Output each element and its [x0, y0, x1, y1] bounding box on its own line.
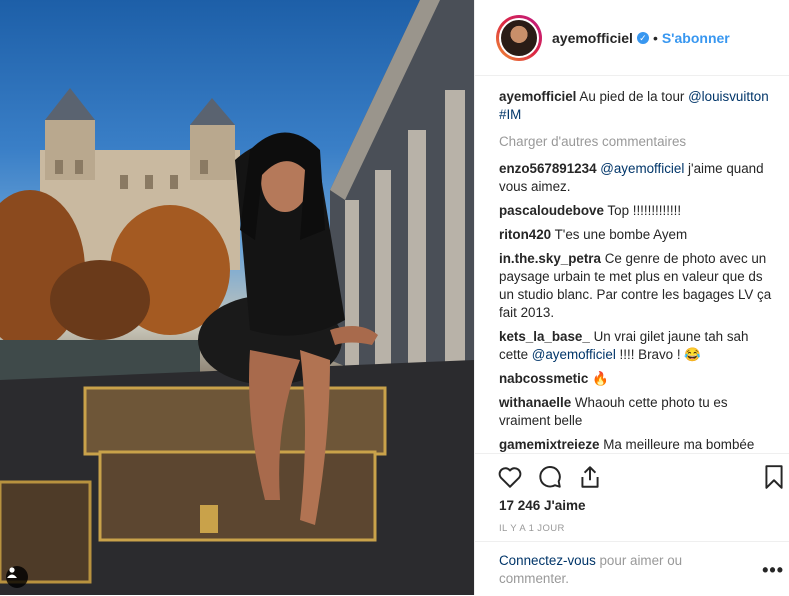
comment-username[interactable]: in.the.sky_petra [499, 251, 601, 266]
comment-username[interactable]: gamemixtreieze [499, 437, 599, 452]
comment-username[interactable]: withanaelle [499, 395, 571, 410]
caption-mention[interactable]: @louisvuitton [688, 89, 769, 104]
bookmark-icon[interactable] [763, 464, 789, 490]
comment-username[interactable]: riton420 [499, 227, 551, 242]
story-ring[interactable] [496, 14, 542, 61]
avatar[interactable] [499, 17, 539, 58]
caption-username[interactable]: ayemofficiel [499, 89, 576, 104]
comment-item: enzo567891234 @ayemofficiel j'aime quand… [499, 160, 774, 196]
action-bar [475, 453, 789, 504]
comment-username[interactable]: pascaloudebove [499, 203, 604, 218]
comment-text: Ma meilleure ma bombée [603, 437, 755, 452]
comment-text: 🔥 [592, 371, 609, 386]
more-options-icon[interactable]: ••• [762, 560, 784, 581]
likes-count[interactable]: 17 246 J'aime [499, 498, 586, 513]
login-link[interactable]: Connectez-vous [499, 553, 596, 568]
login-bar: Connectez-vous pour aimer ou commenter. … [475, 541, 789, 596]
comment-text: T'es une bombe Ayem [554, 227, 688, 242]
post-photo[interactable] [0, 0, 474, 595]
post-sidebar: ayemofficiel ✓ • S'abonner ayemofficiel … [474, 0, 789, 595]
share-icon[interactable] [577, 464, 603, 490]
comment-username[interactable]: nabcossmetic [499, 371, 588, 386]
verified-badge-icon: ✓ [636, 31, 649, 44]
comment-item: pascaloudebove Top !!!!!!!!!!!!! [499, 202, 774, 220]
comment-mention[interactable]: @ayemofficiel [600, 161, 684, 176]
caption-hashtag[interactable]: #IM [499, 107, 521, 122]
comments-list: ayemofficiel Au pied de la tour @louisvu… [499, 88, 774, 460]
comment-item: kets_la_base_ Un vrai gilet jaune tah sa… [499, 328, 774, 364]
header-username[interactable]: ayemofficiel [552, 30, 633, 46]
comment-item: nabcossmetic 🔥 [499, 370, 774, 388]
comment-mention[interactable]: @ayemofficiel [532, 347, 616, 362]
load-more-comments[interactable]: Charger d'autres commentaires [499, 133, 774, 151]
heart-icon[interactable] [497, 464, 523, 490]
comment-text-end: !!!! Bravo ! 😂 [615, 347, 701, 362]
comment-username[interactable]: enzo567891234 [499, 161, 597, 176]
photo-illustration [0, 0, 474, 595]
instagram-post: ayemofficiel ✓ • S'abonner ayemofficiel … [0, 0, 789, 595]
post-timestamp: IL Y A 1 JOUR [499, 523, 565, 534]
caption: ayemofficiel Au pied de la tour @louisvu… [499, 88, 774, 124]
comment-item: withanaelle Whaouh cette photo tu es vra… [499, 394, 774, 430]
follow-button[interactable]: S'abonner [662, 30, 730, 46]
post-header: ayemofficiel ✓ • S'abonner [475, 0, 789, 76]
comment-item: gamemixtreieze Ma meilleure ma bombée [499, 436, 774, 454]
caption-text: Au pied de la tour [579, 89, 685, 104]
comment-icon[interactable] [537, 464, 563, 490]
comment-item: riton420 T'es une bombe Ayem [499, 226, 774, 244]
comment-text: Top !!!!!!!!!!!!! [607, 203, 682, 218]
comment-item: in.the.sky_petra Ce genre de photo avec … [499, 250, 774, 322]
comment-username[interactable]: kets_la_base_ [499, 329, 590, 344]
user-tag-icon[interactable] [6, 566, 28, 588]
separator-dot: • [652, 29, 658, 46]
login-prompt: Connectez-vous pour aimer ou commenter. [499, 552, 739, 588]
